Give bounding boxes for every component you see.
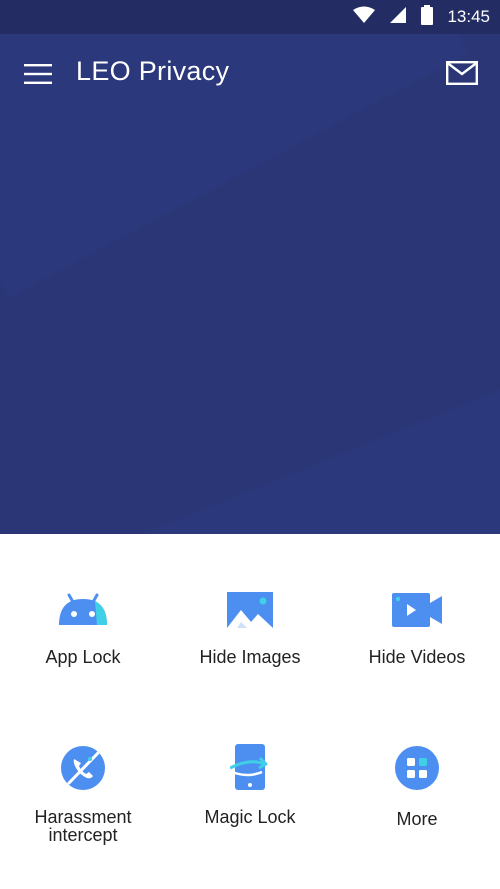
image-icon xyxy=(220,584,280,636)
android-icon xyxy=(53,584,113,636)
feature-magic-lock[interactable]: Magic Lock xyxy=(167,742,333,826)
feature-app-lock[interactable]: App Lock xyxy=(0,584,166,666)
feature-label: Hide Videos xyxy=(368,647,466,667)
feature-label: Hide Images xyxy=(199,647,301,667)
app-title: LEO Privacy xyxy=(76,56,230,86)
feature-label: App Lock xyxy=(45,647,121,667)
battery-icon xyxy=(421,4,434,30)
feature-label: More xyxy=(396,809,438,829)
signal-icon xyxy=(389,6,407,29)
video-icon xyxy=(387,584,447,636)
feature-hide-videos[interactable]: Hide Videos xyxy=(334,584,500,666)
mail-icon[interactable] xyxy=(444,58,480,88)
phone-swap-icon xyxy=(220,742,280,794)
feature-hide-images[interactable]: Hide Images xyxy=(167,584,333,666)
feature-label: Magic Lock xyxy=(204,807,296,827)
hero-decoration-bottom xyxy=(49,309,500,534)
wifi-icon xyxy=(353,6,376,29)
app-bar: LEO Privacy xyxy=(0,34,500,114)
feature-more[interactable]: More xyxy=(334,742,500,828)
blocked-call-icon xyxy=(53,742,113,794)
feature-grid: App Lock Hide Images Hide Videos Harassm… xyxy=(0,534,500,889)
status-bar: 13:45 xyxy=(0,0,500,34)
feature-harassment-intercept[interactable]: Harassment intercept xyxy=(0,742,166,844)
hamburger-menu-icon[interactable] xyxy=(20,58,56,90)
status-time: 13:45 xyxy=(447,7,490,26)
grid-more-icon xyxy=(387,742,447,794)
feature-label: Harassment intercept xyxy=(34,807,132,845)
